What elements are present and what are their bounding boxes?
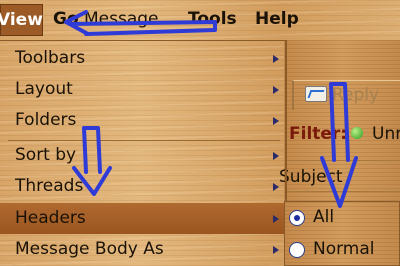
subject-column-label: Subject — [279, 167, 343, 187]
menu-item-folders[interactable]: Folders — [0, 105, 285, 136]
menu-item-label: Threads — [15, 176, 84, 196]
filter-label: Filter: — [289, 124, 348, 144]
unread-filter-icon — [351, 127, 363, 139]
menu-item-toolbars[interactable]: Toolbars — [0, 43, 285, 74]
menu-go[interactable]: Go — [53, 9, 79, 29]
submenu-arrow-icon — [273, 246, 279, 254]
filter-value[interactable]: Unr — [372, 124, 400, 144]
menu-item-headers[interactable]: Headers — [0, 203, 285, 234]
radio-option-all[interactable]: All — [285, 202, 399, 233]
submenu-arrow-icon — [273, 183, 279, 191]
submenu-arrow-icon — [273, 152, 279, 160]
menubar: View Go Message Tools Help — [0, 0, 400, 40]
radio-option-label: Normal — [313, 239, 375, 259]
menu-tools[interactable]: Tools — [188, 9, 237, 29]
menu-item-label: Toolbars — [15, 48, 86, 68]
menu-view[interactable]: View — [0, 4, 43, 36]
menu-item-threads[interactable]: Threads — [0, 171, 285, 202]
radio-option-normal[interactable]: Normal — [285, 234, 399, 265]
headers-submenu: All Normal — [284, 201, 400, 266]
submenu-arrow-icon — [273, 55, 279, 63]
menu-item-message-body-as[interactable]: Message Body As — [0, 234, 285, 265]
menu-item-label: Layout — [15, 79, 73, 99]
menu-item-label: Folders — [15, 110, 77, 130]
menu-item-label: Message Body As — [15, 239, 164, 259]
radio-selected-icon — [289, 210, 305, 226]
radio-option-label: All — [313, 207, 335, 227]
reply-label: Reply — [332, 85, 380, 105]
menu-view-label: View — [0, 10, 43, 30]
subject-column-header[interactable]: Subject — [279, 160, 400, 192]
view-menu: Toolbars Layout Folders Sort by Threads … — [0, 40, 287, 266]
menu-item-sort-by[interactable]: Sort by — [0, 140, 285, 171]
reply-icon — [305, 86, 327, 102]
submenu-arrow-icon — [273, 215, 279, 223]
menu-item-label: Sort by — [15, 145, 77, 165]
submenu-arrow-icon — [273, 117, 279, 125]
submenu-arrow-icon — [273, 86, 279, 94]
menu-help[interactable]: Help — [255, 9, 299, 29]
radio-unselected-icon — [289, 242, 305, 258]
menu-item-layout[interactable]: Layout — [0, 74, 285, 105]
menu-item-label: Headers — [15, 208, 86, 228]
menu-message[interactable]: Message — [84, 9, 159, 29]
